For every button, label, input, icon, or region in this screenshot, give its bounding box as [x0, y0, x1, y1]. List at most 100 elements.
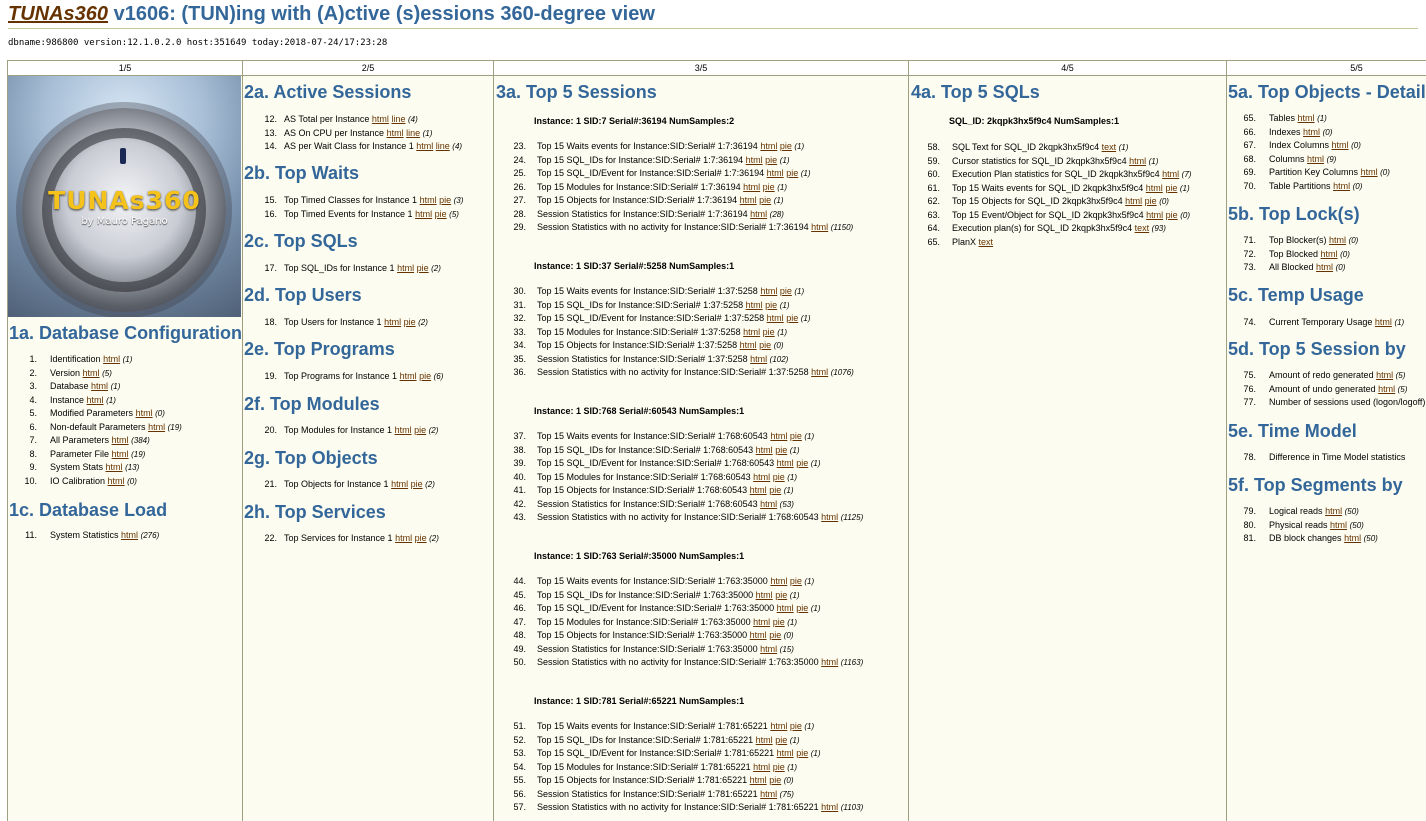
item-link-pie[interactable]: pie [417, 263, 429, 273]
item-link-html[interactable]: html [400, 371, 417, 381]
item-link-html[interactable]: html [1330, 520, 1347, 530]
item-link-html[interactable]: html [821, 802, 838, 812]
item-link-html[interactable]: html [1303, 127, 1320, 137]
item-link-html[interactable]: html [1321, 249, 1338, 259]
item-link-html[interactable]: html [1307, 154, 1324, 164]
item-link-pie[interactable]: pie [765, 155, 777, 165]
item-link-html[interactable]: html [1129, 156, 1146, 166]
item-link-html[interactable]: html [770, 431, 787, 441]
item-link-text[interactable]: text [979, 237, 994, 247]
item-link-html[interactable]: html [756, 735, 773, 745]
item-link-html[interactable]: html [372, 114, 389, 124]
item-link-pie[interactable]: pie [775, 445, 787, 455]
item-link-html[interactable]: html [760, 789, 777, 799]
item-link-html[interactable]: html [767, 313, 784, 323]
item-link-pie[interactable]: pie [415, 533, 427, 543]
item-link-html[interactable]: html [750, 209, 767, 219]
item-link-html[interactable]: html [767, 168, 784, 178]
item-link-html[interactable]: html [756, 590, 773, 600]
item-link-pie[interactable]: pie [780, 286, 792, 296]
item-link-html[interactable]: html [1376, 370, 1393, 380]
item-link-html[interactable]: html [108, 476, 125, 486]
item-link-html[interactable]: html [420, 195, 437, 205]
item-link-html[interactable]: html [397, 263, 414, 273]
item-link-html[interactable]: html [415, 209, 432, 219]
item-link-html[interactable]: html [750, 354, 767, 364]
item-link-html[interactable]: html [1162, 169, 1179, 179]
item-link-pie[interactable]: pie [763, 327, 775, 337]
item-link-html[interactable]: html [1375, 317, 1392, 327]
item-link-html[interactable]: html [395, 425, 412, 435]
item-link-text[interactable]: text [1135, 223, 1150, 233]
item-link-html[interactable]: html [112, 449, 129, 459]
item-link-html[interactable]: html [391, 479, 408, 489]
item-link-html[interactable]: html [1361, 167, 1378, 177]
item-link-pie[interactable]: pie [769, 485, 781, 495]
item-link-html[interactable]: html [777, 603, 794, 613]
item-link-html[interactable]: html [1329, 235, 1346, 245]
item-link-html[interactable]: html [1344, 533, 1361, 543]
item-link-html[interactable]: html [87, 395, 104, 405]
item-link-html[interactable]: html [112, 435, 129, 445]
item-link-html[interactable]: html [770, 721, 787, 731]
item-link-html[interactable]: html [1298, 113, 1315, 123]
item-link-html[interactable]: html [753, 762, 770, 772]
item-link-pie[interactable]: pie [404, 317, 416, 327]
item-link-html[interactable]: html [811, 367, 828, 377]
item-link-html[interactable]: html [760, 644, 777, 654]
item-link-pie[interactable]: pie [439, 195, 451, 205]
item-link-html[interactable]: html [753, 472, 770, 482]
item-link-line[interactable]: line [406, 128, 420, 138]
item-link-pie[interactable]: pie [411, 479, 423, 489]
item-link-html[interactable]: html [811, 222, 828, 232]
item-link-pie[interactable]: pie [773, 472, 785, 482]
item-link-html[interactable]: html [148, 422, 165, 432]
item-link-pie[interactable]: pie [796, 458, 808, 468]
item-link-pie[interactable]: pie [786, 313, 798, 323]
item-link-html[interactable]: html [121, 530, 138, 540]
item-link-html[interactable]: html [743, 182, 760, 192]
item-link-html[interactable]: html [740, 195, 757, 205]
item-link-pie[interactable]: pie [435, 209, 447, 219]
item-link-html[interactable]: html [387, 128, 404, 138]
item-link-pie[interactable]: pie [414, 425, 426, 435]
item-link-pie[interactable]: pie [775, 590, 787, 600]
item-link-html[interactable]: html [1378, 384, 1395, 394]
item-link-html[interactable]: html [753, 617, 770, 627]
item-link-pie[interactable]: pie [775, 735, 787, 745]
item-link-html[interactable]: html [821, 512, 838, 522]
item-link-html[interactable]: html [1146, 183, 1163, 193]
item-link-html[interactable]: html [1332, 140, 1349, 150]
item-link-html[interactable]: html [746, 300, 763, 310]
item-link-html[interactable]: html [750, 485, 767, 495]
item-link-html[interactable]: html [760, 499, 777, 509]
item-link-html[interactable]: html [1125, 196, 1142, 206]
item-link-pie[interactable]: pie [790, 721, 802, 731]
item-link-html[interactable]: html [103, 354, 120, 364]
item-link-pie[interactable]: pie [759, 195, 771, 205]
item-link-html[interactable]: html [777, 458, 794, 468]
item-link-html[interactable]: html [83, 368, 100, 378]
item-link-pie[interactable]: pie [1166, 210, 1178, 220]
item-link-pie[interactable]: pie [790, 431, 802, 441]
item-link-html[interactable]: html [1146, 210, 1163, 220]
item-link-pie[interactable]: pie [780, 141, 792, 151]
item-link-pie[interactable]: pie [790, 576, 802, 586]
item-link-pie[interactable]: pie [763, 182, 775, 192]
item-link-html[interactable]: html [106, 462, 123, 472]
item-link-pie[interactable]: pie [773, 762, 785, 772]
item-link-line[interactable]: line [391, 114, 405, 124]
item-link-pie[interactable]: pie [786, 168, 798, 178]
item-link-pie[interactable]: pie [1145, 196, 1157, 206]
item-link-pie[interactable]: pie [796, 603, 808, 613]
item-link-html[interactable]: html [1316, 262, 1333, 272]
item-link-html[interactable]: html [760, 141, 777, 151]
item-link-html[interactable]: html [743, 327, 760, 337]
item-link-html[interactable]: html [821, 657, 838, 667]
item-link-pie[interactable]: pie [1165, 183, 1177, 193]
item-link-html[interactable]: html [136, 408, 153, 418]
item-link-html[interactable]: html [760, 286, 777, 296]
item-link-html[interactable]: html [750, 775, 767, 785]
item-link-html[interactable]: html [1333, 181, 1350, 191]
item-link-pie[interactable]: pie [419, 371, 431, 381]
